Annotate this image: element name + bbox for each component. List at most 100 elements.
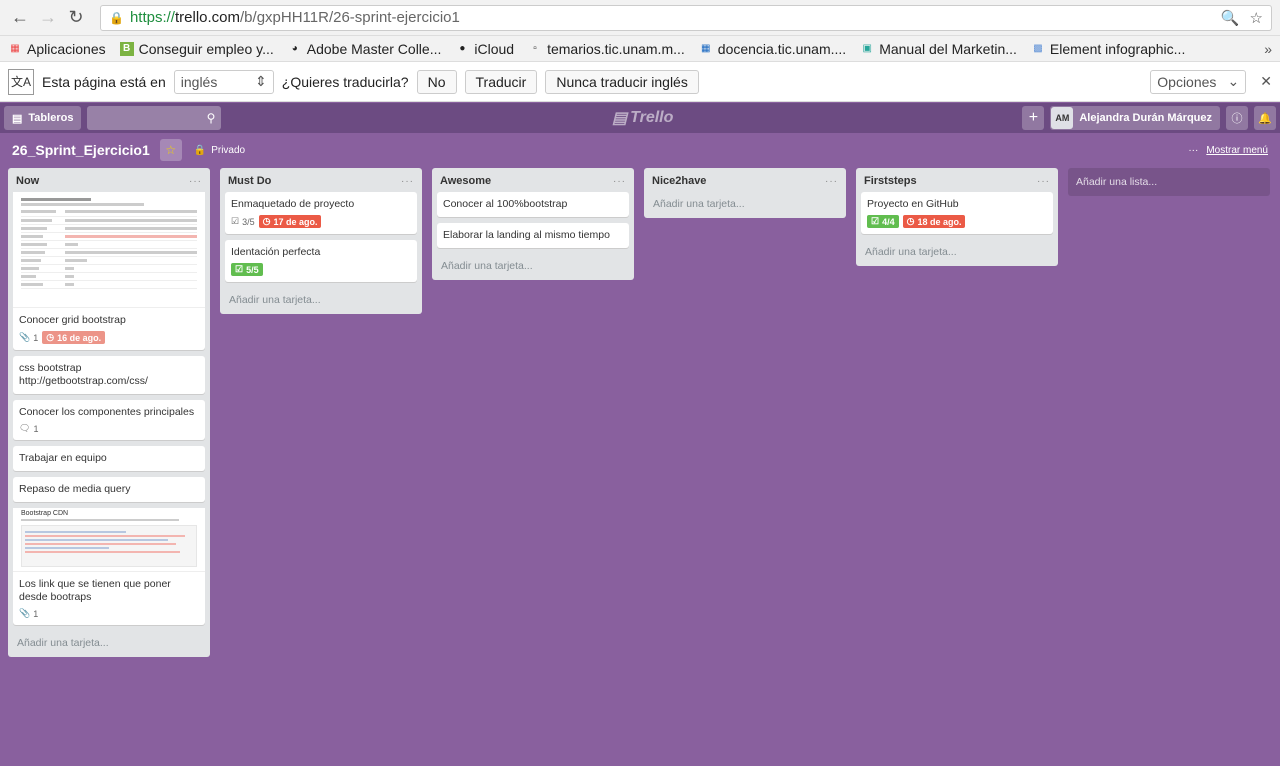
- card[interactable]: Proyecto en GitHub ☑ 4/4 ◷ 18 de ago.: [861, 192, 1053, 234]
- bookmark-item[interactable]: ▫ temarios.tic.unam.m...: [528, 41, 684, 57]
- card-cover-image: Bootstrap CDN: [13, 508, 205, 572]
- bookmark-item[interactable]: ▦ docencia.tic.unam....: [699, 41, 846, 57]
- card[interactable]: Identación perfecta ☑ 5/5: [225, 240, 417, 282]
- card-title: Identación perfecta: [231, 246, 321, 258]
- attachment-count: 1: [33, 608, 39, 619]
- add-card-button[interactable]: Añadir una tarjeta...: [225, 288, 417, 308]
- no-button[interactable]: No: [416, 69, 457, 94]
- add-list-button[interactable]: Añadir una lista...: [1068, 168, 1270, 196]
- add-card-button[interactable]: Añadir una tarjeta...: [861, 240, 1053, 260]
- card[interactable]: Conocer los componentes principales 🗨 1: [13, 400, 205, 440]
- more-bookmarks-icon[interactable]: »: [1264, 41, 1272, 57]
- list-title[interactable]: Firststeps: [864, 175, 917, 187]
- search-input[interactable]: ⚲: [87, 106, 222, 130]
- cover-title: Bootstrap CDN: [21, 510, 69, 517]
- star-icon[interactable]: ☆: [1250, 9, 1263, 27]
- translate-button[interactable]: Traducir: [464, 69, 538, 94]
- attachment-badge: 📎 1: [19, 332, 38, 343]
- url-host: trello.com: [174, 9, 241, 26]
- due-date: 18 de ago.: [917, 216, 962, 227]
- checkbox-icon: ☑: [235, 264, 244, 274]
- list-menu-icon[interactable]: ···: [401, 176, 414, 187]
- card[interactable]: Conocer grid bootstrap 📎 1 ◷ 16 de ago.: [13, 192, 205, 350]
- bookmark-item[interactable]: B Conseguir empleo y...: [119, 40, 274, 57]
- boards-icon: ▤: [12, 112, 23, 125]
- star-board-icon[interactable]: ☆: [159, 139, 182, 161]
- translate-prefix: Esta página está en: [42, 73, 166, 90]
- user-menu[interactable]: AM Alejandra Durán Márquez: [1050, 106, 1220, 130]
- card-title: Enmaquetado de proyecto: [231, 198, 355, 210]
- show-menu-button[interactable]: ··· Mostrar menú: [1188, 145, 1268, 156]
- list-menu-icon[interactable]: ···: [189, 176, 202, 187]
- apps-grid-icon: ▦: [10, 43, 20, 54]
- back-icon[interactable]: ←: [8, 6, 32, 30]
- forward-icon[interactable]: →: [36, 6, 60, 30]
- card[interactable]: Conocer al 100%bootstrap: [437, 192, 629, 217]
- list-menu-icon[interactable]: ···: [1037, 176, 1050, 187]
- due-date: 17 de ago.: [273, 216, 318, 227]
- close-icon[interactable]: ✕: [1260, 73, 1272, 90]
- comments-badge: 🗨 1: [19, 423, 38, 434]
- add-card-button[interactable]: Añadir una tarjeta...: [437, 254, 629, 274]
- bookmark-item[interactable]: ◕ Adobe Master Colle...: [288, 41, 442, 57]
- bookmark-label: docencia.tic.unam....: [717, 40, 847, 57]
- list-title[interactable]: Nice2have: [652, 175, 706, 187]
- zoom-icon[interactable]: 🔍: [1221, 9, 1240, 27]
- options-select[interactable]: Opciones ⌄: [1150, 69, 1247, 94]
- bookmark-item[interactable]: ● iCloud: [455, 41, 514, 57]
- reload-icon[interactable]: ↻: [64, 6, 88, 30]
- board-lists: Now ··· Conocer grid bootstrap 📎 1 ◷ 16 …: [8, 168, 1270, 657]
- comment-icon: 🗨: [19, 423, 31, 433]
- card[interactable]: Repaso de media query: [13, 477, 205, 502]
- list-title[interactable]: Must Do: [228, 175, 271, 187]
- never-translate-button[interactable]: Nunca traducir inglés: [545, 69, 699, 94]
- add-button[interactable]: +: [1022, 106, 1045, 130]
- clock-icon: ◷: [46, 332, 55, 342]
- lock-icon: 🔒: [109, 10, 124, 25]
- trello-logo-text: Trello: [630, 109, 674, 126]
- list-menu-icon[interactable]: ···: [825, 176, 838, 187]
- bell-icon[interactable]: 🔔: [1254, 106, 1276, 130]
- checkbox-icon: ☑: [231, 216, 240, 226]
- checklist-complete-badge: ☑ 4/4: [867, 215, 899, 228]
- list-now: Now ··· Conocer grid bootstrap 📎 1 ◷ 16 …: [8, 168, 210, 657]
- bookmark-image-icon: ▩: [1033, 43, 1043, 54]
- language-value: inglés: [180, 73, 218, 90]
- visibility-button[interactable]: 🔒 Privado: [194, 145, 245, 156]
- board-title[interactable]: 26_Sprint_Ejercicio1: [12, 142, 150, 158]
- due-date: 16 de ago.: [57, 332, 102, 343]
- checklist-count: 5/5: [246, 264, 259, 275]
- list-title[interactable]: Awesome: [440, 175, 491, 187]
- bookmark-item[interactable]: ▣ Manual del Marketin...: [860, 40, 1017, 57]
- address-bar[interactable]: 🔒 https://trello.com/b/gxpHH11R/26-sprin…: [100, 4, 1272, 31]
- card[interactable]: Enmaquetado de proyecto ☑ 3/5 ◷ 17 de ag…: [225, 192, 417, 234]
- list-title[interactable]: Now: [16, 175, 39, 187]
- bookmark-label: Manual del Marketin...: [879, 40, 1017, 57]
- list-menu-icon[interactable]: ···: [613, 176, 626, 187]
- apple-icon: ●: [459, 43, 466, 54]
- card[interactable]: Bootstrap CDN Los link que se tienen que…: [13, 508, 205, 625]
- bookmark-label: Element infographic...: [1049, 40, 1186, 57]
- visibility-label: Privado: [211, 144, 246, 156]
- bookmark-item[interactable]: ▩ Element infographic...: [1031, 41, 1185, 57]
- trello-header: ▤ Tableros ⚲ ▤ Trello + AM Alejandra Dur…: [0, 103, 1280, 133]
- trello-logo[interactable]: ▤ Trello: [612, 108, 673, 128]
- card[interactable]: Elaborar la landing al mismo tiempo: [437, 223, 629, 248]
- clock-icon: ◷: [906, 216, 915, 226]
- card-title: Proyecto en GitHub: [867, 198, 959, 210]
- boards-button[interactable]: ▤ Tableros: [4, 106, 82, 130]
- card[interactable]: css bootstrap http://getbootstrap.com/cs…: [13, 356, 205, 394]
- bookmark-label: Conseguir empleo y...: [138, 40, 274, 57]
- page-icon: ▫: [533, 43, 537, 54]
- url-scheme: https://: [129, 9, 175, 26]
- checkbox-icon: ☑: [871, 216, 880, 226]
- add-card-button[interactable]: Añadir una tarjeta...: [649, 192, 841, 212]
- add-card-button[interactable]: Añadir una tarjeta...: [13, 631, 205, 651]
- clock-icon: ◷: [262, 216, 271, 226]
- bookmark-apps[interactable]: ▦ Aplicaciones: [8, 41, 105, 57]
- due-date-badge: ◷ 16 de ago.: [42, 331, 106, 344]
- list-must-do: Must Do ··· Enmaquetado de proyecto ☑ 3/…: [220, 168, 422, 314]
- language-select[interactable]: inglés ⇕: [173, 69, 274, 94]
- card[interactable]: Trabajar en equipo: [13, 446, 205, 471]
- info-icon[interactable]: ⓘ: [1226, 106, 1248, 130]
